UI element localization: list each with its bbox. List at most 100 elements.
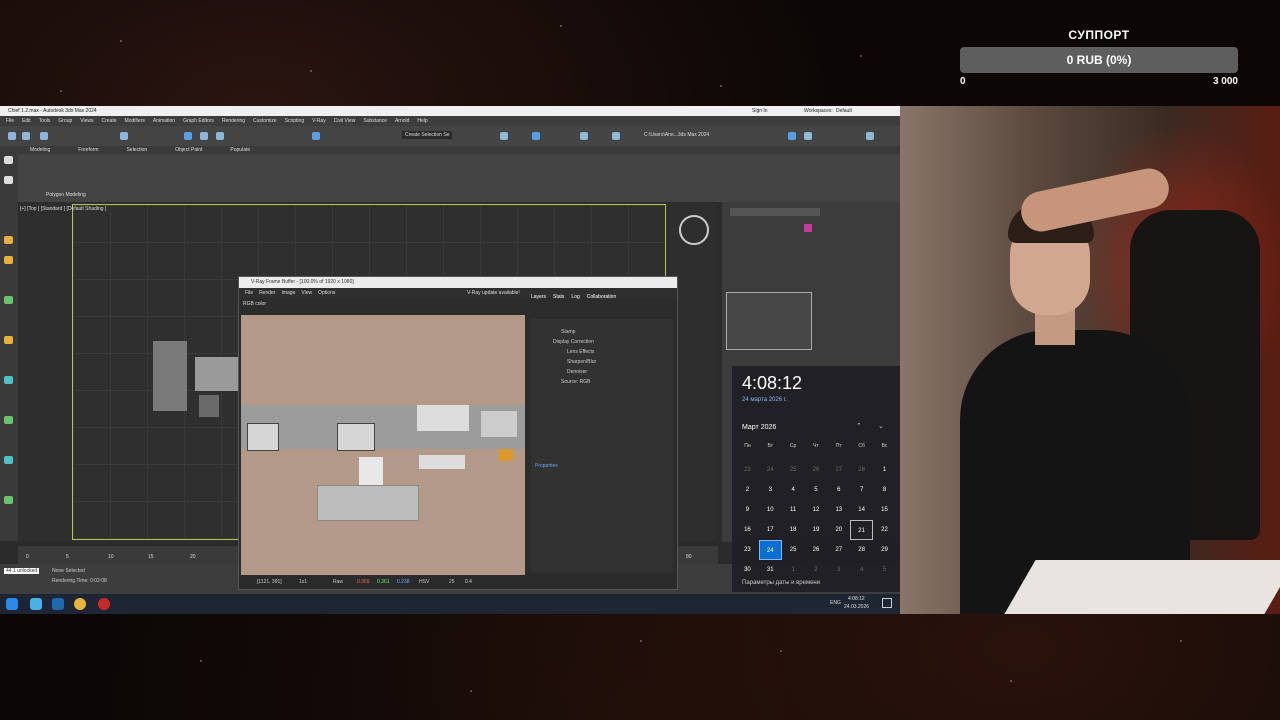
menu-item[interactable]: Views [80,118,93,124]
app-icon[interactable] [30,598,42,610]
calendar-day[interactable]: 3 [827,560,850,580]
calendar-day[interactable]: 13 [827,500,850,520]
menu-item[interactable]: Create [102,118,117,124]
menu-item[interactable]: Help [417,118,427,124]
menu-item[interactable]: Arnold [395,118,409,124]
tool-icon[interactable] [4,176,13,184]
tool-icon[interactable] [4,236,13,244]
tool-icon[interactable] [4,416,13,424]
calendar-day[interactable]: 22 [873,520,896,540]
calendar-month[interactable]: Март 2026 [742,424,776,431]
calendar-day[interactable]: 1 [782,560,805,580]
vfb-zoom[interactable]: 1x1 [299,575,307,589]
calendar-day[interactable]: 5 [805,480,828,500]
notifications-icon[interactable] [882,598,892,608]
layer-icon[interactable] [500,132,508,140]
calendar-day[interactable]: 12 [805,500,828,520]
vfb-hsv[interactable]: HSV [419,575,429,589]
undo-icon[interactable] [8,132,16,140]
menu-item[interactable]: Edit [22,118,31,124]
workspace-select[interactable]: Default [836,106,852,116]
calendar-day[interactable]: 5 [873,560,896,580]
calendar-day[interactable]: 14 [850,500,873,520]
calendar-day[interactable]: 18 [782,520,805,540]
chevron-up-icon[interactable]: ⌃ [856,422,862,430]
calendar-day[interactable]: 23 [736,540,759,560]
calendar-day[interactable]: 3 [759,480,782,500]
vfb-update-notice[interactable]: V-Ray update available! [467,288,520,298]
panel-tabs[interactable] [730,208,820,216]
vfb-menu-item[interactable]: Options [318,290,335,296]
start-icon[interactable] [6,598,18,610]
calendar-day[interactable]: 19 [805,520,828,540]
status-unlocked[interactable]: 44.1 unlocked [4,568,40,574]
menu-item[interactable]: File [6,118,14,124]
calendar-day[interactable]: 4 [782,480,805,500]
vfb-layer-item[interactable]: Lens Effects [567,349,594,355]
vfb-layer-item[interactable]: Denoiser [567,369,587,375]
calendar-day[interactable]: 7 [850,480,873,500]
menu-item[interactable]: Scripting [285,118,304,124]
calendar-day[interactable]: 25 [782,540,805,560]
color-swatch[interactable] [804,224,812,232]
calendar-day[interactable]: 11 [782,500,805,520]
tool-icon[interactable] [4,336,13,344]
viewport-label[interactable]: [+] [Top ] [Standard ] [Default Shading … [20,206,106,212]
app-icon[interactable] [52,598,64,610]
vfb-title[interactable]: V-Ray Frame Buffer - [100.0% of 1920 x 1… [239,277,677,288]
schematic-icon[interactable] [532,132,540,140]
calendar-day[interactable]: 15 [873,500,896,520]
calendar-day[interactable]: 6 [827,480,850,500]
tool-icon[interactable] [4,376,13,384]
modifier-stack[interactable] [726,292,812,350]
calendar-day[interactable]: 25 [782,460,805,480]
calendar-day[interactable]: 8 [873,480,896,500]
tool-icon[interactable] [4,256,13,264]
menu-item[interactable]: Modifiers [125,118,145,124]
calendar-day[interactable]: 23 [736,460,759,480]
tool-icon[interactable] [4,456,13,464]
calendar-day[interactable]: 28 [850,540,873,560]
vfb-menu-item[interactable]: Render [259,290,275,296]
selection-set-field[interactable]: Create Selection Se [402,131,453,139]
vfb-layer-item[interactable]: Stamp [561,329,575,335]
calendar-day[interactable]: 10 [759,500,782,520]
calendar-day[interactable]: 20 [827,520,850,540]
vfb-layer-item[interactable]: Source: RGB [561,379,590,385]
vfb-channel-select[interactable]: RGB color [243,301,266,307]
clock-date[interactable]: 24 марта 2026 г. [742,397,787,403]
calendar-day[interactable]: 31 [759,560,782,580]
render-setup-icon[interactable] [612,132,620,140]
calendar-day[interactable]: 2 [736,480,759,500]
polygon-modeling-label[interactable]: Polygon Modeling [46,192,86,198]
menu-item[interactable]: Animation [153,118,175,124]
viewcube-icon[interactable] [679,215,709,245]
help-icon[interactable] [866,132,874,140]
menu-item[interactable]: Civil View [334,118,356,124]
ribbon-tab[interactable]: Modeling [30,147,50,153]
ribbon-tab[interactable]: Object Paint [175,147,202,153]
calendar-day[interactable]: 16 [736,520,759,540]
calendar-day[interactable]: 29 [873,540,896,560]
calendar-day[interactable]: 2 [805,560,828,580]
tray-time[interactable]: 4:08:12 [848,596,865,602]
vfb-tab[interactable]: Collaboration [587,294,616,300]
vfb-menu-item[interactable]: File [245,290,253,296]
select-icon[interactable] [120,132,128,140]
app-icon[interactable] [98,598,110,610]
menu-item[interactable]: Substance [363,118,387,124]
move-icon[interactable] [184,132,192,140]
sign-in-button[interactable]: Sign In [752,106,768,116]
tool-icon[interactable] [4,296,13,304]
calendar-day[interactable]: 4 [850,560,873,580]
ribbon-tab[interactable]: Populate [230,147,250,153]
menu-item[interactable]: Group [58,118,72,124]
scale-icon[interactable] [216,132,224,140]
date-time-settings-link[interactable]: Параметры даты и времени [742,580,820,586]
vfb-tab[interactable]: Layers [531,294,546,300]
vfb-layer-item[interactable]: Sharpen/Blur [567,359,596,365]
vfb-menu-item[interactable]: Image [281,290,295,296]
redo-icon[interactable] [22,132,30,140]
calendar-day[interactable]: 24 [759,460,782,480]
snap-icon[interactable] [312,132,320,140]
